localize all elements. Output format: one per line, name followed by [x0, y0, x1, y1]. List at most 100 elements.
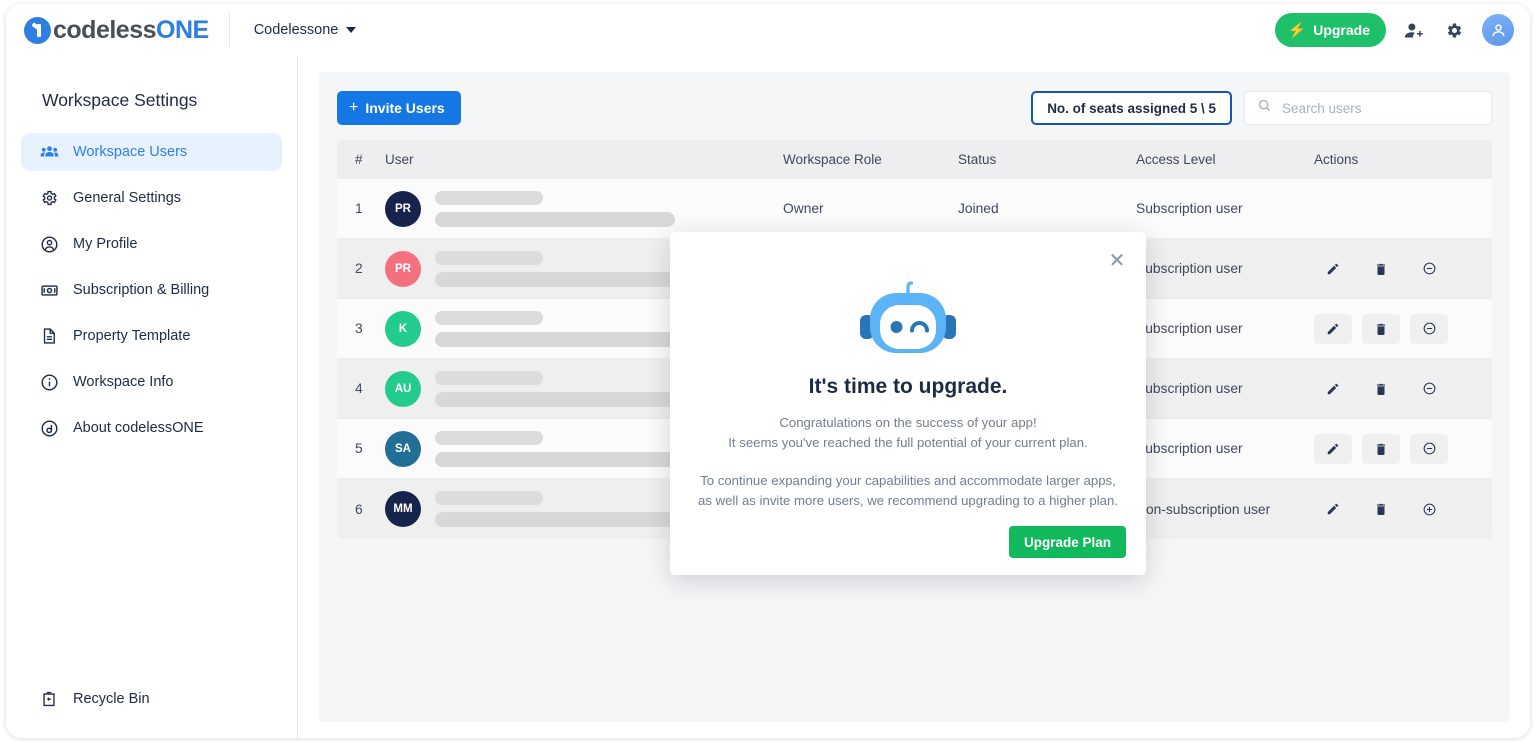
gear-icon[interactable] — [1442, 18, 1466, 42]
avatar: PR — [385, 190, 421, 227]
delete-icon[interactable] — [1362, 433, 1400, 464]
skeleton-bar-long — [435, 391, 675, 407]
sidebar-item-workspace-info[interactable]: Workspace Info — [21, 363, 282, 401]
users-group-icon — [39, 142, 59, 162]
row-actions — [1314, 313, 1492, 344]
skeleton-bar-long — [435, 451, 675, 467]
minus-circle-icon[interactable] — [1410, 253, 1448, 284]
sidebar-item-subscription-billing[interactable]: Subscription & Billing — [21, 271, 282, 309]
sidebar-item-label: Recycle Bin — [73, 691, 150, 707]
sidebar-item-label: General Settings — [73, 190, 182, 206]
brand-logo[interactable]: codeless ONE — [24, 16, 209, 45]
table-row[interactable]: 1 PR Owner Joined Subscription user — [337, 179, 1492, 239]
upgrade-button[interactable]: ⚡ Upgrade — [1274, 13, 1386, 47]
sidebar-item-general-settings[interactable]: General Settings — [21, 179, 282, 217]
invite-users-button[interactable]: + Invite Users — [337, 91, 461, 125]
row-actions — [1314, 494, 1492, 524]
seats-assigned-badge[interactable]: No. of seats assigned 5 \ 5 — [1031, 91, 1232, 125]
workspace-switcher-label: Codelessone — [253, 22, 339, 38]
sidebar-item-recycle-bin[interactable]: Recycle Bin — [21, 680, 150, 718]
minus-circle-icon[interactable] — [1410, 373, 1448, 404]
sidebar-item-property-template[interactable]: Property Template — [21, 317, 282, 355]
bolt-icon: ⚡ — [1287, 21, 1307, 39]
user-name-placeholder — [435, 190, 675, 227]
recycle-bin-icon — [39, 689, 59, 709]
sidebar-item-about-codelessone[interactable]: About codelessONE — [21, 409, 282, 447]
column-header-number: # — [355, 152, 363, 167]
sidebar-nav: Workspace Users General Settings My Prof… — [6, 133, 297, 447]
delete-icon[interactable] — [1362, 373, 1400, 404]
row-access-level: Subscription user — [1136, 441, 1243, 456]
search-input[interactable] — [1282, 100, 1479, 116]
sidebar-item-label: Subscription & Billing — [73, 282, 210, 298]
sidebar-item-workspace-users[interactable]: Workspace Users — [21, 133, 282, 171]
modal-paragraph-2: To continue expanding your capabilities … — [670, 471, 1146, 512]
add-user-icon[interactable] — [1402, 18, 1426, 42]
row-access-level: Non-subscription user — [1136, 501, 1271, 517]
workspace-switcher[interactable]: Codelessone — [254, 22, 357, 38]
modal-heading: It's time to upgrade. — [808, 375, 1008, 398]
minus-circle-icon[interactable] — [1410, 433, 1448, 464]
row-number: 6 — [355, 501, 363, 517]
row-number: 1 — [355, 201, 363, 216]
robot-winking-icon — [670, 279, 1146, 357]
sidebar-item-label: My Profile — [73, 236, 138, 252]
row-actions — [1314, 433, 1492, 464]
search-icon — [1257, 98, 1272, 118]
minus-circle-icon[interactable] — [1410, 313, 1448, 344]
upgrade-button-label: Upgrade — [1313, 22, 1370, 38]
gear-icon — [39, 188, 59, 208]
avatar: K — [385, 310, 421, 347]
row-access-level: Subscription user — [1136, 201, 1243, 216]
search-users-box[interactable] — [1244, 91, 1492, 125]
document-icon — [39, 326, 59, 346]
avatar: AU — [385, 370, 421, 407]
close-icon[interactable]: ✕ — [1106, 250, 1128, 272]
skeleton-bar-short — [435, 250, 543, 265]
topbar-divider — [228, 13, 230, 47]
edit-icon[interactable] — [1314, 433, 1352, 464]
user-name-placeholder — [435, 250, 675, 287]
edit-icon[interactable] — [1314, 373, 1352, 404]
sidebar-item-my-profile[interactable]: My Profile — [21, 225, 282, 263]
edit-icon[interactable] — [1314, 494, 1352, 524]
skeleton-bar-short — [435, 491, 543, 505]
modal-paragraph-1: Congratulations on the success of your a… — [670, 413, 1146, 454]
brand-text-secondary: ONE — [156, 15, 209, 44]
edit-icon[interactable] — [1314, 313, 1352, 344]
about-circle-icon — [39, 418, 59, 438]
skeleton-bar-long — [435, 271, 675, 287]
row-actions — [1314, 373, 1492, 404]
row-number: 3 — [355, 321, 363, 336]
plus-circle-icon[interactable] — [1410, 494, 1448, 524]
sidebar-item-label: Workspace Info — [73, 374, 174, 390]
row-access-level: Subscription user — [1136, 321, 1243, 336]
info-circle-icon — [39, 372, 59, 392]
banknote-icon — [39, 280, 59, 300]
users-toolbar: + Invite Users No. of seats assigned 5 \… — [337, 86, 1492, 130]
row-number: 4 — [355, 381, 363, 396]
modal-paragraph-1-line-2: It seems you've reached the full potenti… — [728, 435, 1088, 451]
user-name-placeholder — [435, 370, 675, 407]
modal-paragraph-2-line-2: as well as invite more users, we recomme… — [697, 493, 1119, 509]
toolbar-right-group: No. of seats assigned 5 \ 5 — [1031, 91, 1492, 125]
sidebar-item-label: Workspace Users — [73, 144, 188, 160]
user-name-placeholder — [435, 310, 675, 347]
user-avatar-icon[interactable] — [1482, 14, 1514, 46]
sidebar-item-label: About codelessONE — [73, 420, 204, 436]
column-header-actions: Actions — [1314, 152, 1359, 167]
column-header-user: User — [385, 152, 414, 167]
row-access-level: Subscription user — [1136, 381, 1243, 396]
delete-icon[interactable] — [1362, 494, 1400, 524]
delete-icon[interactable] — [1362, 253, 1400, 284]
plus-icon: + — [349, 99, 359, 116]
skeleton-bar-short — [435, 370, 543, 385]
row-user-cell: PR — [385, 190, 783, 227]
brand-text-primary: codeless — [53, 15, 157, 44]
column-header-status: Status — [958, 152, 997, 167]
modal-paragraph-1-line-1: Congratulations on the success of your a… — [779, 415, 1037, 430]
edit-icon[interactable] — [1314, 253, 1352, 284]
upgrade-plan-button[interactable]: Upgrade Plan — [1008, 526, 1126, 558]
row-number: 2 — [355, 261, 363, 276]
delete-icon[interactable] — [1362, 313, 1400, 344]
